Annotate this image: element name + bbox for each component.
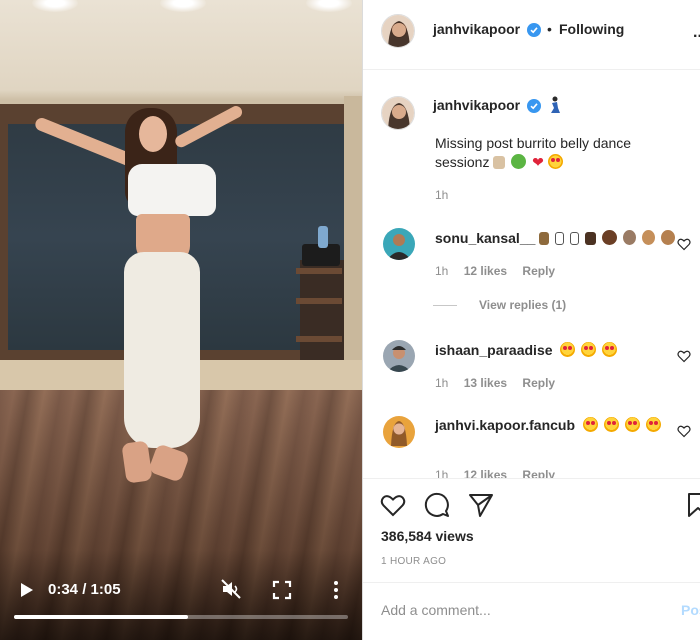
comment-3: janhvi.kapoor.fancub (435, 416, 667, 435)
comment-time[interactable]: 1h (435, 264, 448, 278)
save-bookmark-icon[interactable] (685, 491, 700, 519)
comment-meta: 1h 12 likes Reply (435, 264, 555, 278)
share-send-icon[interactable] (467, 491, 495, 519)
video-time: 0:34 / 1:05 (48, 581, 121, 598)
emoji-icon (622, 230, 636, 245)
comment-avatar[interactable] (383, 228, 415, 260)
comment-avatar[interactable] (383, 416, 415, 448)
add-comment-input[interactable] (381, 602, 651, 618)
video-progress-bar[interactable] (14, 615, 348, 619)
dancer-top (128, 164, 216, 216)
nauseated-emoji-icon (511, 154, 527, 169)
replies-divider (433, 305, 457, 306)
caption-avatar[interactable] (381, 96, 415, 130)
comment-username[interactable]: ishaan_paraadise (435, 342, 553, 358)
comment-username[interactable]: janhvi.kapoor.fancub (435, 417, 575, 433)
post-comment-button[interactable]: Post (681, 602, 700, 618)
fullscreen-icon[interactable] (272, 580, 292, 600)
following-button[interactable]: Following (559, 21, 624, 37)
ceiling-light (306, 0, 352, 12)
shelf (296, 336, 342, 342)
comment-2: ishaan_paraadise (435, 341, 619, 360)
bottle (318, 226, 328, 248)
wall (344, 96, 362, 396)
grimace-emoji-icon (547, 154, 563, 169)
emoji-icon (641, 230, 655, 245)
burrito-emoji-icon (493, 156, 506, 169)
emoji-icon (601, 230, 617, 245)
avatar[interactable] (381, 14, 415, 48)
verified-badge-icon (527, 99, 541, 113)
verified-badge-icon (527, 23, 541, 37)
like-heart-icon[interactable] (379, 491, 407, 519)
more-options-icon[interactable] (328, 580, 344, 600)
mute-icon[interactable] (220, 578, 242, 600)
caption-text: Missing post burrito belly dance session… (435, 134, 675, 172)
comment-meta: 1h 13 likes Reply (435, 376, 555, 390)
ceiling-light (160, 0, 206, 12)
ceiling-light (32, 0, 78, 12)
heart-eyes-emoji-icon (581, 342, 597, 357)
emoji-icon (584, 232, 596, 245)
heart-eyes-emoji-icon (645, 417, 661, 432)
comment-1: sonu_kansal__ (435, 229, 677, 248)
reply-button[interactable]: Reply (522, 468, 555, 478)
comment-username[interactable]: sonu_kansal__ (435, 230, 535, 246)
comment-meta: 1h 12 likes Reply (435, 468, 555, 478)
header-username[interactable]: janhvikapoor (433, 21, 520, 37)
caption-time[interactable]: 1h (435, 188, 448, 202)
comment-avatar[interactable] (383, 340, 415, 372)
emoji-icon (555, 232, 565, 245)
comment-time[interactable]: 1h (435, 468, 448, 478)
dancer-foot (121, 440, 153, 484)
play-icon[interactable] (20, 582, 34, 598)
heart-eyes-emoji-icon (624, 417, 640, 432)
emoji-icon (539, 232, 550, 245)
heart-eyes-emoji-icon (560, 342, 576, 357)
comment-likes[interactable]: 12 likes (464, 264, 507, 278)
video-progress-fill (14, 615, 188, 619)
caption-username[interactable]: janhvikapoor (433, 97, 520, 113)
emoji-icon (570, 232, 580, 245)
post-header: janhvikapoor • Following ... (363, 0, 700, 70)
view-replies-button[interactable]: View replies (1) (479, 298, 566, 312)
comment-likes[interactable]: 12 likes (464, 468, 507, 478)
header-more-icon[interactable]: ... (693, 24, 700, 42)
comment-time[interactable]: 1h (435, 376, 448, 390)
comment-likes[interactable]: 13 likes (464, 376, 507, 390)
like-comment-heart-icon[interactable] (677, 424, 691, 438)
video-player[interactable]: 0:34 / 1:05 (0, 0, 362, 640)
like-comment-heart-icon[interactable] (677, 349, 691, 363)
emoji-icon (660, 230, 675, 245)
view-count[interactable]: 386,584 views (381, 528, 474, 544)
heart-emoji-icon: ❤ (532, 154, 544, 170)
header-separator: • (547, 21, 552, 37)
dancer-emoji-icon (551, 96, 560, 113)
heart-eyes-emoji-icon (582, 417, 598, 432)
heart-eyes-emoji-icon (603, 417, 619, 432)
dancer-head (139, 116, 167, 152)
reply-button[interactable]: Reply (522, 264, 555, 278)
heart-eyes-emoji-icon (602, 342, 618, 357)
dancer-pants (124, 252, 200, 448)
like-comment-heart-icon[interactable] (677, 237, 691, 251)
shelf (296, 298, 342, 304)
add-comment-bar: Post (363, 582, 700, 640)
post-panel: janhvikapoor • Following ... janhvikapoo… (362, 0, 700, 640)
post-timestamp[interactable]: 1 HOUR AGO (381, 556, 446, 567)
reply-button[interactable]: Reply (522, 376, 555, 390)
actions-divider (363, 478, 700, 479)
shelf (296, 268, 342, 274)
comment-bubble-icon[interactable] (423, 491, 451, 519)
